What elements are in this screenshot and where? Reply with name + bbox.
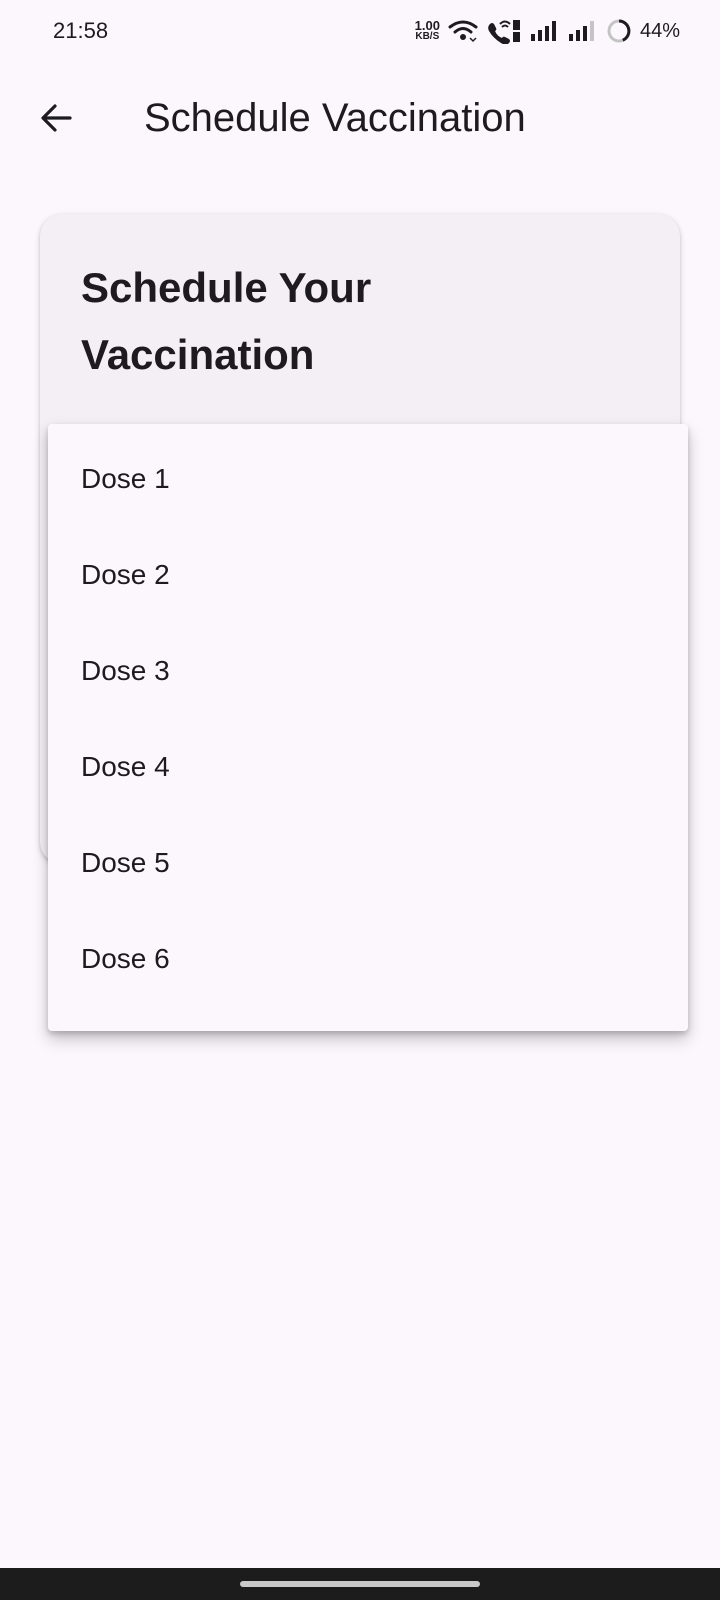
home-gesture-handle[interactable] [240, 1581, 480, 1587]
status-icons: 1.00 KB/S 44% [415, 16, 680, 46]
dose-option-list: Dose 1 Dose 2 Dose 3 Dose 4 Dose 5 Dose … [48, 431, 688, 1007]
system-navigation-bar [0, 1568, 720, 1600]
network-speed-unit: KB/S [415, 31, 440, 42]
dose-dropdown-menu: Dose 1 Dose 2 Dose 3 Dose 4 Dose 5 Dose … [48, 424, 688, 1031]
dose-option-5[interactable]: Dose 5 [48, 815, 688, 911]
battery-percentage: 44% [639, 19, 680, 42]
network-speed-value: 1.00 [414, 18, 440, 33]
dose-option-2[interactable]: Dose 2 [48, 527, 688, 623]
wifi-calling-icon [486, 18, 522, 44]
wifi-icon [448, 19, 478, 43]
signal-icon-sim1 [530, 20, 560, 42]
status-bar: 21:58 1.00 KB/S 44% [0, 0, 720, 66]
network-speed-indicator: 1.00 KB/S [414, 18, 440, 42]
signal-icon-sim2 [568, 20, 598, 42]
back-button[interactable] [32, 94, 80, 142]
dose-option-3[interactable]: Dose 3 [48, 623, 688, 719]
card-title: Schedule Your Vaccination [81, 264, 372, 378]
dose-option-4[interactable]: Dose 4 [48, 719, 688, 815]
battery-icon [606, 18, 632, 44]
dose-option-6[interactable]: Dose 6 [48, 911, 688, 1007]
dose-option-1[interactable]: Dose 1 [48, 431, 688, 527]
status-time: 21:58 [53, 18, 109, 43]
arrow-back-icon [38, 100, 74, 136]
page-title: Schedule Vaccination [144, 96, 526, 140]
app-bar: Schedule Vaccination [0, 66, 720, 170]
